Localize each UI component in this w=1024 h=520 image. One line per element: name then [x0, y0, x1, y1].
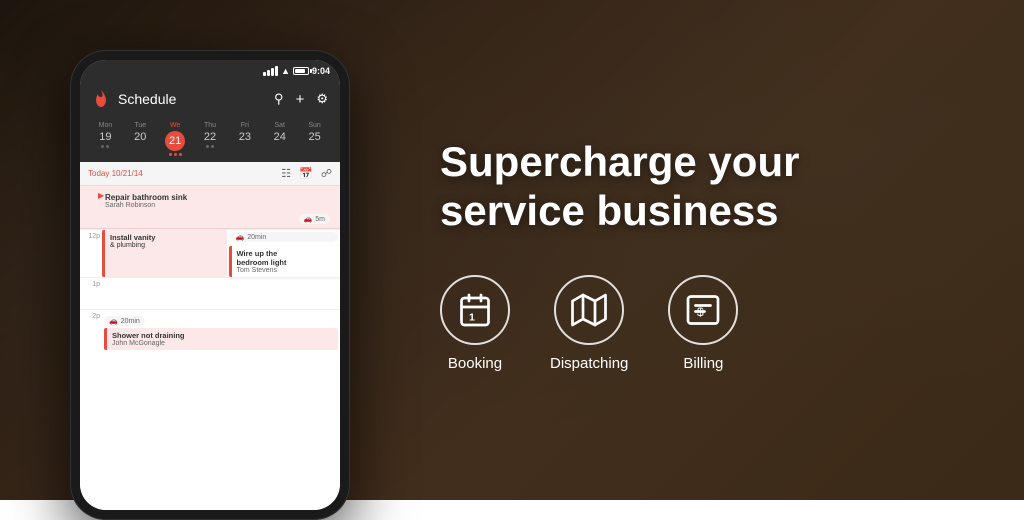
time-slot-12p: 12p Install vanity & plumbing [80, 229, 340, 277]
schedule-body: ▶ Repair bathroom sink Sarah Robinson 🚗 … [80, 186, 340, 510]
app-title: Schedule [118, 91, 266, 107]
grid-view-icon[interactable]: ☷ [281, 167, 291, 180]
map-view-icon[interactable]: ☍ [321, 167, 332, 180]
phone-mockup: ▲ 9:04 Sche [70, 50, 350, 520]
headline: Supercharge your service business [440, 138, 974, 235]
main-content: ▲ 9:04 Sche [0, 0, 1024, 500]
booking-label: Booking [448, 355, 502, 372]
search-icon[interactable]: ⚲ [274, 91, 284, 107]
travel-chip-3: 🚗 20min [104, 316, 145, 326]
cal-day-fri[interactable]: Fri 23 [227, 122, 262, 156]
headline-line2: service business [440, 187, 779, 234]
wifi-icon: ▲ [281, 66, 290, 76]
settings-icon[interactable]: ⚙ [316, 91, 328, 107]
billing-icon: $ [685, 292, 721, 328]
phone-screen: ▲ 9:04 Sche [80, 60, 340, 510]
cal-day-mon[interactable]: Mon 19 [88, 122, 123, 156]
car-icon-3: 🚗 [109, 317, 118, 325]
map-icon [571, 292, 607, 328]
feature-billing: $ Billing [668, 275, 738, 372]
billing-label: Billing [683, 355, 723, 372]
app-logo-icon [92, 90, 110, 108]
travel-chip-2: 🚗 20min [231, 232, 339, 242]
cal-day-wed[interactable]: We 21 [158, 122, 193, 156]
schedule-date: Today 10/21/14 [88, 169, 281, 178]
signal-icon [263, 66, 278, 76]
car-icon-2: 🚗 [236, 233, 245, 241]
cal-day-sun[interactable]: Sun 25 [297, 122, 332, 156]
header-icons: ⚲ + ⚙ [274, 91, 328, 108]
time-slot-2p: 2p 🚗 20min Shower not draining John McGo… [80, 309, 340, 350]
car-icon: 🚗 [304, 215, 313, 223]
cal-day-tue[interactable]: Tue 20 [123, 122, 158, 156]
dispatching-icon-circle [554, 275, 624, 345]
schedule-subheader: Today 10/21/14 ☷ 📅 ☍ [80, 162, 340, 186]
cal-day-sat[interactable]: Sat 24 [262, 122, 297, 156]
active-job-indicator: ▶ [98, 191, 104, 200]
job-card-2[interactable]: Install vanity & plumbing [102, 230, 227, 277]
status-bar: ▲ 9:04 [80, 60, 340, 82]
svg-text:1: 1 [469, 311, 475, 323]
time-slot-1p: 1p [80, 277, 340, 309]
booking-icon-circle: 1 [440, 275, 510, 345]
battery-icon [293, 67, 309, 75]
cal-day-thu[interactable]: Thu 22 [193, 122, 228, 156]
billing-icon-circle: $ [668, 275, 738, 345]
feature-dispatching: Dispatching [550, 275, 628, 372]
phone-area: ▲ 9:04 Sche [0, 0, 420, 500]
status-icons: ▲ 9:04 [263, 66, 330, 76]
svg-text:$: $ [697, 305, 704, 319]
travel-chip-1: 🚗 5m [299, 214, 330, 224]
calendar-view-icon[interactable]: 📅 [299, 167, 313, 180]
headline-line1: Supercharge your [440, 138, 799, 185]
add-icon[interactable]: + [296, 91, 305, 108]
job-card-4[interactable]: Shower not draining John McGonagle [104, 328, 338, 350]
feature-booking: 1 Booking [440, 275, 510, 372]
job-card-3[interactable]: Wire up the bedroom light Tom Stevens [229, 246, 341, 277]
status-time: 9:04 [312, 66, 330, 76]
calendar-icon: 1 [457, 292, 493, 328]
right-area: Supercharge your service business 1 Book… [420, 0, 1024, 500]
app-header: Schedule ⚲ + ⚙ [80, 82, 340, 116]
schedule-view-icons: ☷ 📅 ☍ [281, 167, 332, 180]
calendar-week: Mon 19 Tue 20 We 21 Thu [80, 116, 340, 162]
dispatching-label: Dispatching [550, 355, 628, 372]
job-card-1[interactable]: Repair bathroom sink Sarah Robinson [100, 190, 336, 212]
features-row: 1 Booking Dispatching [440, 275, 974, 372]
